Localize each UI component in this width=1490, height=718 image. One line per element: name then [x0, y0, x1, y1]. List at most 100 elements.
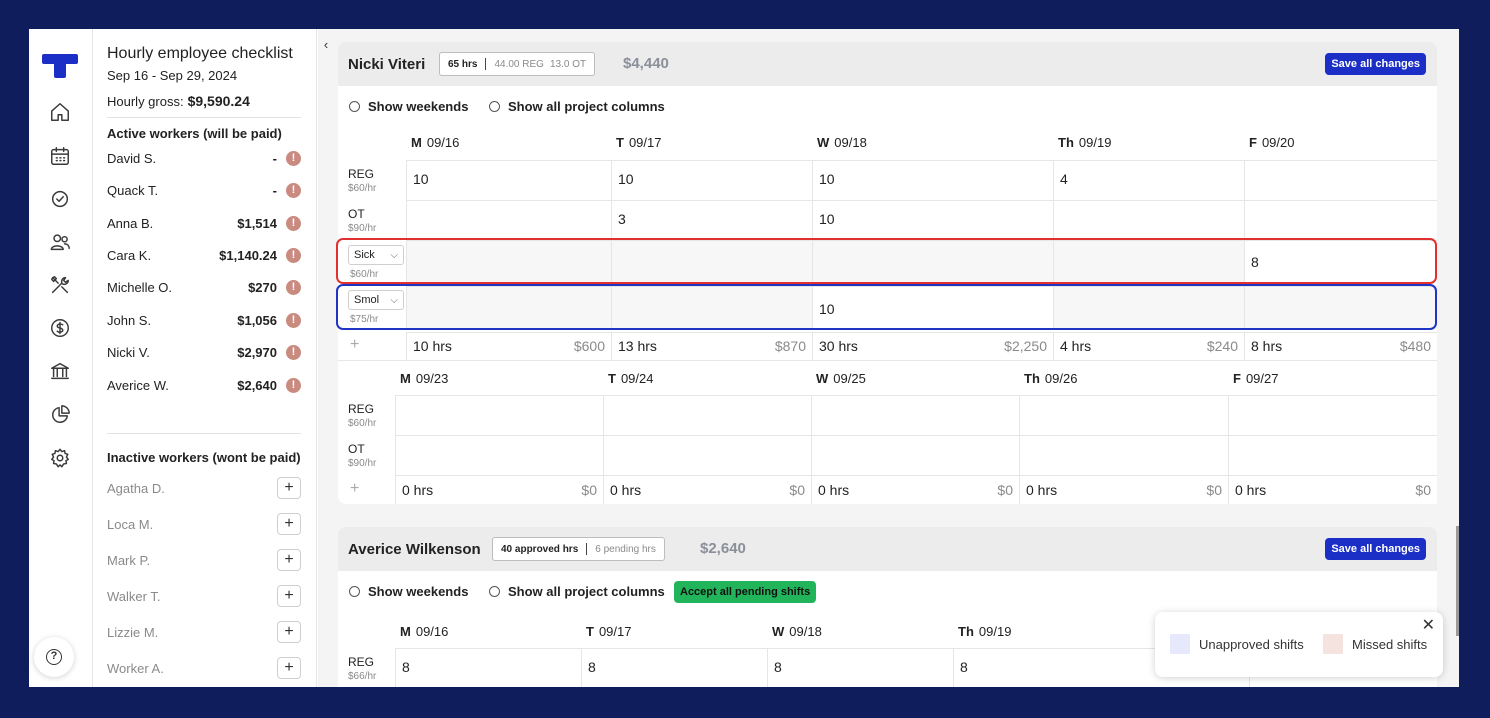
hours-cell[interactable]	[406, 240, 611, 284]
accept-pending-shifts-button[interactable]: Accept all pending shifts	[674, 581, 817, 603]
pay-period: Sep 16 - Sep 29, 2024	[107, 68, 238, 83]
add-worker-button[interactable]: +	[277, 549, 301, 571]
hours-cell[interactable]	[812, 240, 1053, 284]
hours-cell[interactable]	[406, 286, 611, 330]
hours-cell[interactable]	[1244, 286, 1437, 330]
hours-cell[interactable]: 8	[767, 648, 953, 687]
worker-row[interactable]: Cara K. $1,140.24!	[107, 246, 301, 266]
home-icon[interactable]	[49, 101, 71, 123]
pay-rate: $60/hr	[350, 269, 379, 280]
settings-gear-icon[interactable]	[49, 447, 71, 469]
help-icon: ?	[46, 649, 62, 665]
hours-cell[interactable]	[611, 240, 812, 284]
divider	[485, 58, 487, 70]
add-worker-button[interactable]: +	[277, 657, 301, 679]
hours-cell[interactable]: 3	[611, 200, 812, 240]
show-weekends-option[interactable]: Show weekends	[349, 584, 468, 599]
worker-amount: -	[272, 151, 277, 166]
hours-cell[interactable]	[603, 395, 811, 435]
users-icon[interactable]	[49, 231, 71, 253]
save-all-changes-button[interactable]: Save all changes	[1325, 538, 1426, 560]
worker-amount: $2,640	[237, 378, 277, 393]
hours-cell[interactable]	[1019, 435, 1228, 475]
worker-row[interactable]: Averice W. $2,640!	[107, 376, 301, 396]
worker-amount: -	[272, 183, 277, 198]
day-header: T 09/17	[616, 135, 662, 150]
employee-card-header: Averice Wilkenson 40 approved hrs 6 pendi…	[338, 527, 1437, 571]
employee-total: $2,640	[700, 540, 746, 557]
day-total: 4 hrs $240	[1053, 332, 1244, 360]
worker-row[interactable]: John S. $1,056!	[107, 311, 301, 331]
worker-row[interactable]: Michelle O. $270!	[107, 278, 301, 298]
worker-name: Nicki V.	[107, 345, 150, 360]
radio-icon	[489, 586, 500, 597]
day-header: F 09/27	[1233, 371, 1279, 386]
add-worker-button[interactable]: +	[277, 621, 301, 643]
pending-hours: 6 pending hrs	[595, 543, 656, 555]
check-circle-icon[interactable]	[49, 188, 71, 210]
divider	[586, 543, 588, 555]
hours-cell[interactable]	[406, 200, 611, 240]
hours-cell[interactable]	[611, 286, 812, 330]
shift-legend: ✕ Unapproved shifts Missed shifts	[1155, 612, 1443, 677]
hours-cell[interactable]: 8	[581, 648, 767, 687]
hours-cell[interactable]	[603, 435, 811, 475]
legend-label: Missed shifts	[1352, 637, 1428, 652]
close-icon[interactable]: ✕	[1422, 615, 1435, 635]
hours-cell[interactable]	[811, 395, 1019, 435]
worker-row[interactable]: Nicki V. $2,970!	[107, 343, 301, 363]
hours-cell[interactable]: 8	[395, 648, 581, 687]
tools-icon[interactable]	[49, 274, 71, 296]
scrollbar[interactable]	[1456, 526, 1459, 636]
hours-cell[interactable]	[1244, 160, 1437, 200]
pay-type-select[interactable]: Smol ⌵	[348, 290, 404, 310]
day-total: 0 hrs $0	[603, 475, 811, 504]
legend-label: Unapproved shifts	[1199, 637, 1304, 652]
add-row-button[interactable]: +	[350, 336, 359, 354]
calendar-icon[interactable]	[49, 145, 71, 167]
hours-cell[interactable]	[1053, 240, 1244, 284]
hours-cell[interactable]	[1244, 200, 1437, 240]
hours-cell[interactable]	[1228, 435, 1437, 475]
worker-row[interactable]: Anna B. $1,514!	[107, 214, 301, 234]
active-workers-heading: Active workers (will be paid)	[107, 126, 282, 141]
add-worker-button[interactable]: +	[277, 513, 301, 535]
hours-cell[interactable]	[1228, 395, 1437, 435]
hours-cell[interactable]: 10	[812, 286, 1053, 330]
add-worker-button[interactable]: +	[277, 585, 301, 607]
worker-row[interactable]: Quack T. -!	[107, 181, 301, 201]
help-button[interactable]: ?	[34, 637, 74, 677]
day-total: 0 hrs $0	[1019, 475, 1228, 504]
add-row-button[interactable]: +	[350, 480, 359, 498]
option-label: Show all project columns	[508, 584, 665, 599]
hours-cell[interactable]	[395, 395, 603, 435]
hours-cell[interactable]	[395, 435, 603, 475]
hours-cell[interactable]: 10	[611, 160, 812, 200]
worker-row[interactable]: David S. -!	[107, 149, 301, 169]
option-label: Show weekends	[368, 584, 469, 599]
hours-cell[interactable]	[811, 435, 1019, 475]
warning-icon: !	[286, 216, 301, 231]
show-project-columns-option[interactable]: Show all project columns	[489, 584, 665, 599]
hours-cell[interactable]: 10	[812, 200, 1053, 240]
show-project-columns-option[interactable]: Show all project columns	[489, 99, 665, 114]
add-worker-button[interactable]: +	[277, 477, 301, 499]
hours-cell[interactable]: 4	[1053, 160, 1244, 200]
hours-cell[interactable]	[1053, 286, 1244, 330]
save-all-changes-button[interactable]: Save all changes	[1325, 53, 1426, 75]
pay-rate: $75/hr	[350, 314, 379, 325]
day-total: 0 hrs $0	[395, 475, 603, 504]
show-weekends-option[interactable]: Show weekends	[349, 99, 468, 114]
option-label: Show weekends	[368, 99, 469, 114]
hours-cell[interactable]: 10	[812, 160, 1053, 200]
collapse-panel-icon[interactable]: ‹	[318, 37, 334, 57]
worker-name: Quack T.	[107, 183, 159, 198]
hours-cell[interactable]: 8	[1244, 240, 1437, 284]
bank-icon[interactable]	[49, 360, 71, 382]
pay-type-select[interactable]: Sick ⌵	[348, 245, 404, 265]
hours-cell[interactable]	[1019, 395, 1228, 435]
hours-cell[interactable]: 10	[406, 160, 611, 200]
dollar-circle-icon[interactable]	[49, 317, 71, 339]
hours-cell[interactable]	[1053, 200, 1244, 240]
pie-chart-icon[interactable]	[49, 404, 71, 426]
